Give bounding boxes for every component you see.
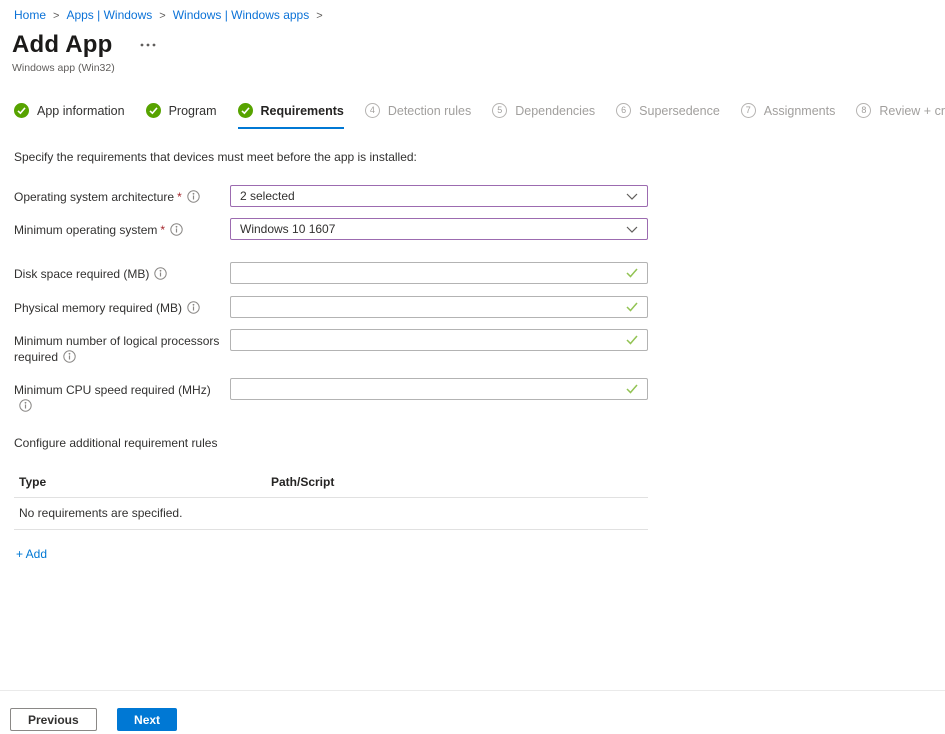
dropdown-value: 2 selected	[240, 189, 620, 203]
field-row-logical-processors: Minimum number of logical processors req…	[14, 329, 931, 367]
breadcrumb-link-apps-windows[interactable]: Apps | Windows	[66, 8, 152, 22]
field-row-cpu-speed: Minimum CPU speed required (MHz)	[14, 378, 931, 416]
step-number-icon: 5	[492, 103, 507, 118]
chevron-down-icon	[626, 226, 638, 233]
page-title: Add App	[12, 31, 112, 59]
step-supersedence: 6 Supersedence	[616, 103, 720, 129]
footer-bar: Previous Next	[0, 690, 945, 734]
ellipsis-menu-icon[interactable]	[136, 39, 160, 51]
previous-button[interactable]: Previous	[10, 708, 97, 731]
step-detection-rules: 4 Detection rules	[365, 103, 471, 129]
form-instruction: Specify the requirements that devices mu…	[14, 150, 931, 164]
info-icon[interactable]	[187, 301, 200, 318]
physical-memory-input[interactable]	[230, 296, 648, 318]
step-dependencies: 5 Dependencies	[492, 103, 595, 129]
cpu-speed-input[interactable]	[230, 378, 648, 400]
field-label-text: Physical memory required (MB)	[14, 301, 182, 315]
info-icon[interactable]	[19, 399, 32, 416]
info-icon[interactable]	[154, 267, 167, 284]
minimum-os-dropdown[interactable]: Windows 10 1607	[230, 218, 648, 240]
field-label-text: Minimum CPU speed required (MHz)	[14, 383, 211, 397]
info-icon[interactable]	[63, 350, 76, 367]
field-row-minimum-os: Minimum operating system* Windows 10 160…	[14, 218, 931, 240]
field-label: Minimum number of logical processors req…	[14, 329, 230, 367]
valid-check-icon	[626, 384, 638, 394]
field-label-text: Minimum number of logical processors req…	[14, 334, 219, 364]
dropdown-value: Windows 10 1607	[240, 222, 620, 236]
valid-check-icon	[626, 335, 638, 345]
wizard-steps: App information Program Requirements 4 D…	[12, 103, 931, 129]
additional-rules-label: Configure additional requirement rules	[14, 436, 931, 450]
field-label: Operating system architecture*	[14, 185, 230, 207]
breadcrumb-separator: >	[316, 10, 322, 22]
chevron-down-icon	[626, 193, 638, 200]
field-label: Disk space required (MB)	[14, 262, 230, 284]
step-review-create: 8 Review + create	[856, 103, 945, 129]
field-label-text: Disk space required (MB)	[14, 267, 149, 281]
field-label: Physical memory required (MB)	[14, 296, 230, 318]
required-marker: *	[177, 190, 182, 204]
step-number-icon: 8	[856, 103, 871, 118]
requirements-table: Type Path/Script No requirements are spe…	[14, 475, 648, 530]
breadcrumb-link-home[interactable]: Home	[14, 8, 46, 22]
breadcrumb: Home > Apps | Windows > Windows | Windows ap…	[12, 8, 931, 22]
check-circle-icon	[14, 103, 29, 118]
breadcrumb-separator: >	[159, 10, 165, 22]
step-label: Dependencies	[515, 104, 595, 118]
table-header-row: Type Path/Script	[14, 475, 648, 497]
step-label: Supersedence	[639, 104, 720, 118]
field-label: Minimum operating system*	[14, 218, 230, 240]
field-row-os-architecture: Operating system architecture* 2 selecte…	[14, 185, 931, 207]
step-label: Detection rules	[388, 104, 471, 118]
table-empty-row: No requirements are specified.	[14, 498, 648, 529]
page-subtitle: Windows app (Win32)	[12, 62, 931, 74]
column-header-type: Type	[19, 475, 271, 489]
step-number-icon: 7	[741, 103, 756, 118]
valid-check-icon	[626, 302, 638, 312]
field-label-text: Minimum operating system	[14, 223, 157, 237]
step-assignments: 7 Assignments	[741, 103, 836, 129]
breadcrumb-link-windows-apps[interactable]: Windows | Windows apps	[173, 8, 310, 22]
required-marker: *	[160, 223, 165, 237]
os-architecture-dropdown[interactable]: 2 selected	[230, 185, 648, 207]
add-app-page: Home > Apps | Windows > Windows | Windows ap…	[0, 0, 945, 561]
requirements-form: Specify the requirements that devices mu…	[12, 150, 931, 561]
next-button[interactable]: Next	[117, 708, 177, 731]
step-program[interactable]: Program	[146, 103, 217, 129]
info-icon[interactable]	[187, 190, 200, 207]
field-label: Minimum CPU speed required (MHz)	[14, 378, 230, 416]
step-label: Program	[169, 104, 217, 118]
column-header-path-script: Path/Script	[271, 475, 334, 489]
step-number-icon: 4	[365, 103, 380, 118]
breadcrumb-separator: >	[53, 10, 59, 22]
field-row-disk-space: Disk space required (MB)	[14, 262, 931, 284]
step-label: Requirements	[261, 104, 344, 118]
field-row-physical-memory: Physical memory required (MB)	[14, 296, 931, 318]
table-divider	[14, 529, 648, 530]
step-app-information[interactable]: App information	[14, 103, 125, 129]
step-label: Review + create	[879, 104, 945, 118]
page-header: Add App Windows app (Win32)	[12, 31, 931, 74]
step-label: App information	[37, 104, 125, 118]
valid-check-icon	[626, 268, 638, 278]
info-icon[interactable]	[170, 223, 183, 240]
add-requirement-link[interactable]: + Add	[14, 547, 47, 561]
step-number-icon: 6	[616, 103, 631, 118]
check-circle-icon	[146, 103, 161, 118]
check-circle-icon	[238, 103, 253, 118]
step-label: Assignments	[764, 104, 836, 118]
disk-space-input[interactable]	[230, 262, 648, 284]
field-label-text: Operating system architecture	[14, 190, 174, 204]
step-requirements[interactable]: Requirements	[238, 103, 344, 129]
logical-processors-input[interactable]	[230, 329, 648, 351]
